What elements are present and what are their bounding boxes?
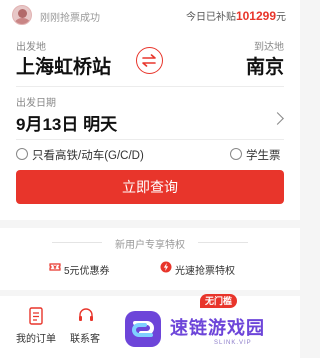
query-button[interactable]: 立即查询 <box>16 170 284 204</box>
perks-title: 新用户专享特权 <box>115 240 185 251</box>
swap-icon <box>142 54 156 67</box>
new-user-perks: 新用户专享特权 5元优惠券 光速抢票特权 <box>0 228 300 290</box>
coupon-perk[interactable]: 5元优惠券 <box>64 262 110 277</box>
from-city[interactable]: 上海虹桥站 <box>16 52 111 79</box>
date-label: 出发日期 <box>16 98 56 109</box>
subsidy-suffix: 元 <box>276 12 286 23</box>
coupon-icon <box>49 263 61 271</box>
watermark-logo-icon <box>125 311 161 347</box>
customer-service-icon <box>79 308 93 321</box>
my-orders-button[interactable]: 我的订单 <box>16 330 56 345</box>
divider <box>16 139 284 140</box>
high-speed-only-radio[interactable] <box>16 148 28 160</box>
ticker-message: 刚刚抢票成功 <box>40 13 100 24</box>
avatar <box>12 5 32 25</box>
subsidy-prefix: 今日已补贴 <box>185 12 236 23</box>
divider <box>198 242 248 243</box>
high-speed-only-label[interactable]: 只看高铁/动车(G/C/D) <box>32 147 144 163</box>
chevron-right-icon[interactable] <box>271 112 284 125</box>
divider <box>16 86 284 87</box>
contact-service-button[interactable]: 联系客 <box>70 330 100 345</box>
departure-date[interactable]: 9月13日 明天 <box>16 110 117 135</box>
student-ticket-radio[interactable] <box>230 148 242 160</box>
subsidy-amount: 101299 <box>235 9 276 23</box>
watermark: 速链游戏园 SLINK.VIP <box>118 304 300 358</box>
lightning-icon <box>160 261 172 273</box>
subsidy-summary: 今日已补贴101299元 <box>186 8 286 23</box>
order-icon <box>29 307 43 325</box>
to-city[interactable]: 南京 <box>246 52 284 79</box>
swap-stations-button[interactable] <box>136 47 163 74</box>
search-card: 刚刚抢票成功 今日已补贴101299元 出发地 上海虹桥站 到达地 南京 出发日… <box>0 0 300 220</box>
from-label: 出发地 <box>16 42 46 53</box>
watermark-title: 速链游戏园 <box>170 318 265 338</box>
success-ticker: 刚刚抢票成功 今日已补贴101299元 <box>0 0 300 30</box>
fast-grab-perk[interactable]: 光速抢票特权 <box>175 262 235 277</box>
to-label: 到达地 <box>254 42 284 53</box>
watermark-subtitle: SLINK.VIP <box>214 340 252 346</box>
student-ticket-label[interactable]: 学生票 <box>246 147 281 163</box>
